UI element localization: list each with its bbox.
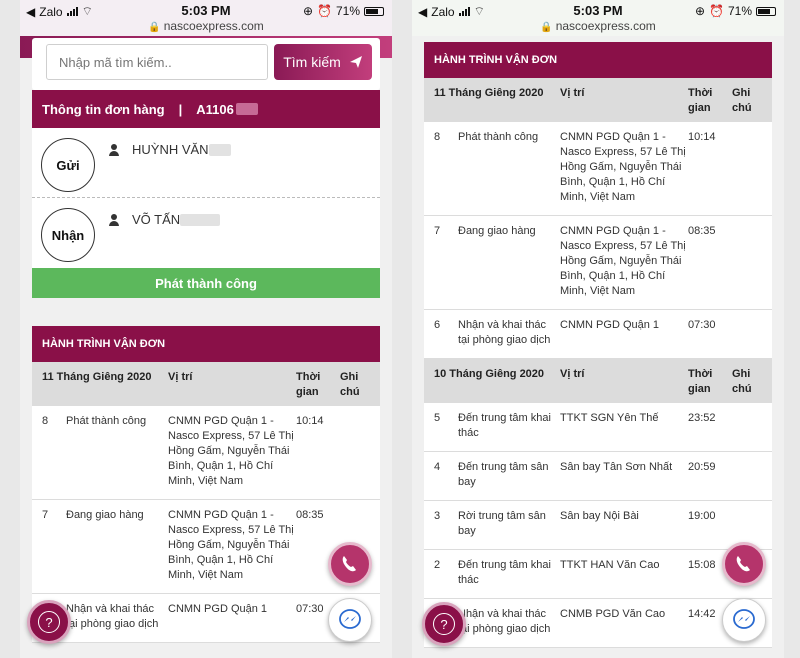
journey-title: HÀNH TRÌNH VẬN ĐƠN	[424, 42, 772, 78]
url-text: nascoexpress.com	[555, 19, 656, 33]
day-header: 10 Tháng Giêng 2020 Vị trí Thời gian Ghi…	[424, 359, 772, 403]
phone-icon	[736, 556, 750, 572]
messenger-icon	[733, 609, 755, 629]
user-icon	[108, 143, 120, 156]
sender-section: Gửi HUỲNH VĂN	[32, 128, 380, 198]
battery-icon	[756, 6, 776, 16]
status-bar: ◀ Zalo ⌔ 5:03 PM ⊕ ⏰ 71% 🔒 nascoexpress.c…	[20, 0, 392, 36]
table-row: 6 Nhận và khai thác tại phòng giao dịch …	[424, 310, 772, 359]
table-row: 2 Đến trung tâm khai thác TTKT HAN Văn C…	[424, 550, 772, 599]
alarm-icon: ⏰	[709, 4, 724, 18]
order-header-label: Thông tin đơn hàng	[42, 101, 165, 117]
lock-icon: 🔒	[148, 22, 161, 33]
redacted-mask	[235, 103, 258, 115]
search-bar: Tìm kiếm	[32, 38, 380, 90]
help-button[interactable]: ?	[27, 600, 71, 644]
col-location: Vị trí	[560, 87, 585, 99]
redacted-mask	[180, 213, 221, 226]
messenger-button[interactable]	[722, 598, 766, 642]
phone-icon	[342, 556, 356, 572]
messenger-button[interactable]	[328, 598, 372, 642]
order-header: Thông tin đơn hàng | A1106	[32, 90, 380, 128]
col-note: Ghi chú	[732, 368, 752, 395]
journey-title: HÀNH TRÌNH VẬN ĐƠN	[32, 326, 380, 362]
day-date: 10 Tháng Giêng 2020	[434, 368, 545, 380]
help-button[interactable]: ?	[422, 602, 466, 646]
search-button[interactable]: Tìm kiếm	[274, 44, 372, 80]
search-input[interactable]	[46, 44, 268, 80]
day-header: 11 Tháng Giêng 2020 Vị trí Thời gian Ghi…	[424, 78, 772, 122]
call-button[interactable]	[328, 542, 372, 586]
help-icon: ?	[38, 611, 60, 633]
redacted-mask	[208, 143, 231, 156]
table-row: 8 Phát thành công CNMN PGD Quận 1 - Nasc…	[32, 406, 380, 500]
help-icon: ?	[433, 613, 455, 635]
col-time: Thời gian	[296, 371, 321, 398]
table-row: 8 Phát thành công CNMN PGD Quận 1 - Nasc…	[424, 122, 772, 216]
order-code: A1106	[196, 101, 234, 117]
receiver-section: Nhận VÕ TẤN	[32, 198, 380, 268]
col-time: Thời gian	[688, 87, 713, 114]
col-note: Ghi chú	[732, 87, 752, 114]
status-bar: ◀ Zalo ⌔ 5:03 PM ⊕ ⏰ 71% 🔒 nascoexpress.c…	[412, 0, 784, 36]
call-button[interactable]	[722, 542, 766, 586]
battery-percent: 71%	[727, 4, 752, 18]
col-location: Vị trí	[168, 371, 193, 383]
user-icon	[108, 213, 120, 226]
send-icon	[349, 56, 362, 68]
table-row: 1 Nhận và khai thác tại phòng giao dịch …	[424, 599, 772, 648]
day-header: 11 Tháng Giêng 2020 Vị trí Thời gian Ghi…	[32, 362, 380, 406]
receiver-badge: Nhận	[41, 208, 95, 262]
col-time: Thời gian	[688, 368, 713, 395]
orientation-lock-icon: ⊕	[694, 4, 706, 18]
day-date: 11 Tháng Giêng 2020	[42, 371, 152, 383]
sender-badge: Gửi	[41, 138, 95, 192]
orientation-lock-icon: ⊕	[302, 4, 314, 18]
table-row: 3 Rời trung tâm sân bay Sân bay Nội Bài …	[424, 501, 772, 550]
phone-screen-left: ◀ Zalo ⌔ 5:03 PM ⊕ ⏰ 71% 🔒 nascoexpress.c…	[20, 0, 392, 658]
search-button-label: Tìm kiếm	[283, 54, 341, 70]
sender-name: HUỲNH VĂN	[132, 142, 209, 157]
day-date: 11 Tháng Giêng 2020	[434, 87, 544, 99]
battery-icon	[364, 6, 384, 16]
table-row: 7 Đang giao hàng CNMN PGD Quận 1 - Nasco…	[424, 216, 772, 310]
url-bar[interactable]: 🔒 nascoexpress.com	[20, 19, 392, 33]
order-separator: |	[178, 101, 183, 117]
table-row: 4 Đến trung tâm sân bay Sân bay Tân Sơn …	[424, 452, 772, 501]
receiver-name: VÕ TẤN	[132, 212, 181, 227]
alarm-icon: ⏰	[317, 4, 332, 18]
phone-screen-right: ◀ Zalo ⌔ 5:03 PM ⊕ ⏰ 71% 🔒 nascoexpress.c…	[412, 0, 784, 658]
lock-icon: 🔒	[540, 22, 553, 33]
journey-card: HÀNH TRÌNH VẬN ĐƠN 11 Tháng Giêng 2020 V…	[424, 42, 772, 648]
battery-percent: 71%	[335, 4, 360, 18]
messenger-icon	[339, 609, 361, 629]
col-location: Vị trí	[560, 368, 585, 380]
table-row: 7 Đang giao hàng CNMN PGD Quận 1 - Nasco…	[32, 500, 380, 594]
table-row: 5 Đến trung tâm khai thác TTKT SGN Yên T…	[424, 403, 772, 452]
col-note: Ghi chú	[340, 371, 360, 398]
url-text: nascoexpress.com	[163, 19, 264, 33]
url-bar[interactable]: 🔒 nascoexpress.com	[412, 19, 784, 33]
delivery-status-banner: Phát thành công	[32, 268, 380, 298]
